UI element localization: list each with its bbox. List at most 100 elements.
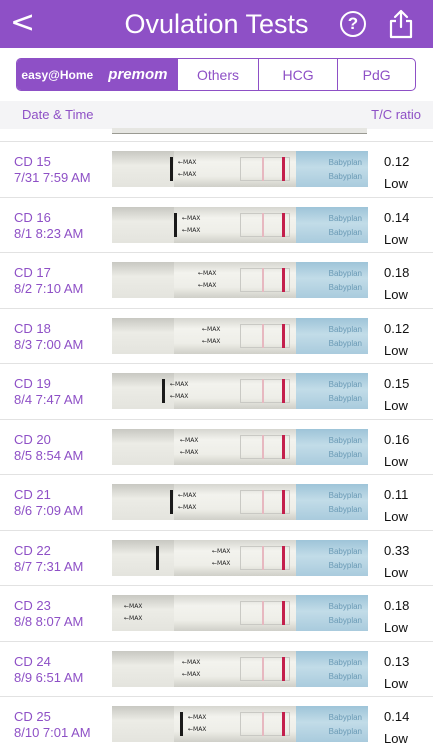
tc-ratio-value: 0.12 bbox=[384, 154, 410, 169]
test-datetime: 8/4 7:47 AM bbox=[14, 392, 84, 407]
strip-max-bar bbox=[180, 712, 183, 736]
strip-brand-text: Babyplan bbox=[328, 380, 362, 389]
strip-brand-area: Babyplan Babyplan bbox=[296, 428, 368, 465]
strip-control-line bbox=[282, 712, 285, 736]
strip-max-label: ←MAX bbox=[178, 504, 197, 511]
strip-max-label: ←MAX bbox=[188, 714, 207, 721]
strip-max-label: ←MAX bbox=[188, 726, 207, 733]
cycle-day: CD 21 bbox=[14, 487, 51, 502]
strip-brand-text: Babyplan bbox=[328, 172, 362, 181]
table-row[interactable]: CD 17 8/2 7:10 AM ←MAX ←MAX Babyplan Babyplan… bbox=[0, 252, 433, 308]
test-strip-image: ←MAX ←MAX Babyplan Babyplan bbox=[112, 539, 368, 576]
cycle-day: CD 25 bbox=[14, 709, 51, 724]
result-level: Low bbox=[384, 342, 408, 358]
table-row[interactable]: CD 19 8/4 7:47 AM ←MAX ←MAX Babyplan Babyplan… bbox=[0, 363, 433, 419]
result-level: Low bbox=[384, 453, 408, 469]
strip-max-label: ←MAX bbox=[124, 615, 143, 622]
test-datetime: 7/31 7:59 AM bbox=[14, 170, 91, 185]
table-row[interactable]: CD 16 8/1 8:23 AM ←MAX ←MAX Babyplan Babyplan… bbox=[0, 196, 433, 253]
strip-brand-area: Babyplan Babyplan bbox=[296, 206, 368, 243]
strip-brand-text: Babyplan bbox=[328, 671, 362, 681]
table-row[interactable]: CD 18 8/3 7:00 AM ←MAX ←MAX Babyplan Babyplan… bbox=[0, 307, 433, 364]
tab-hcg[interactable]: HCG bbox=[259, 59, 339, 90]
strip-brand-text: Babyplan bbox=[328, 491, 362, 500]
strip-control-line bbox=[282, 212, 285, 237]
strip-brand-text: Babyplan bbox=[328, 713, 362, 722]
strip-max-label: ←MAX bbox=[212, 547, 231, 555]
test-datetime: 8/7 7:31 AM bbox=[14, 558, 84, 574]
tab-label: premom bbox=[108, 66, 168, 83]
share-button[interactable] bbox=[388, 9, 414, 39]
strip-brand-text: Babyplan bbox=[328, 602, 362, 611]
strip-brand-text: Babyplan bbox=[328, 213, 362, 223]
table-row[interactable]: CD 15 7/31 7:59 AM ←MAX ←MAX Babyplan Babypla… bbox=[0, 141, 433, 197]
strip-control-line bbox=[282, 379, 285, 403]
strip-max-label: ←MAX bbox=[178, 159, 197, 166]
cycle-day: CD 15 bbox=[14, 154, 51, 169]
strip-handle bbox=[112, 317, 174, 354]
cycle-day: CD 16 bbox=[14, 209, 51, 225]
tc-ratio-value: 0.16 bbox=[384, 431, 410, 447]
tab-pdg[interactable]: PdG bbox=[338, 59, 415, 90]
strip-max-label: ←MAX bbox=[170, 393, 189, 400]
strip-brand-text: Babyplan bbox=[328, 227, 362, 237]
test-strip-image: ←MAX ←MAX Babyplan Babyplan bbox=[112, 206, 368, 243]
strip-brand-text: Babyplan bbox=[328, 727, 362, 736]
table-row[interactable]: CD 20 8/5 8:54 AM ←MAX ←MAX Babyplan Babyplan… bbox=[0, 418, 433, 475]
strip-max-label: ←MAX bbox=[180, 448, 199, 456]
table-row[interactable]: CD 24 8/9 6:51 AM ←MAX ←MAX Babyplan Babyplan… bbox=[0, 640, 433, 697]
strip-test-line bbox=[262, 601, 264, 625]
strip-max-label: ←MAX bbox=[202, 337, 221, 345]
strip-brand-text: Babyplan bbox=[328, 449, 362, 459]
strip-brand-text: Babyplan bbox=[328, 560, 362, 570]
table-row[interactable]: CD 22 8/7 7:31 AM ←MAX ←MAX Babyplan Babyplan… bbox=[0, 529, 433, 586]
result-level: Low bbox=[384, 564, 408, 580]
table-row[interactable]: CD 21 8/6 7:09 AM ←MAX ←MAX Babyplan Babyplan… bbox=[0, 474, 433, 530]
table-row[interactable]: CD 25 8/10 7:01 AM ←MAX ←MAX Babyplan Babypla… bbox=[0, 696, 433, 752]
brand-tab-bar: easy@Home premom Others HCG PdG bbox=[16, 58, 416, 91]
tab-premom[interactable]: premom bbox=[98, 59, 179, 90]
strip-max-label: ←MAX bbox=[178, 171, 197, 178]
help-button[interactable]: ? bbox=[340, 11, 366, 37]
strip-brand-text: Babyplan bbox=[328, 616, 362, 625]
strip-control-line bbox=[282, 157, 285, 181]
strip-brand-text: Babyplan bbox=[328, 435, 362, 445]
tab-label: PdG bbox=[362, 66, 391, 83]
strip-test-line bbox=[262, 379, 264, 403]
table-row[interactable]: CD 23 8/8 8:07 AM ←MAX ←MAX Babyplan Babyplan… bbox=[0, 585, 433, 641]
strip-max-label: ←MAX bbox=[202, 325, 221, 333]
strip-handle bbox=[112, 484, 174, 520]
cycle-day: CD 20 bbox=[14, 431, 51, 447]
tc-ratio-value: 0.18 bbox=[384, 598, 410, 613]
tc-ratio-value: 0.12 bbox=[384, 320, 410, 336]
strip-max-label: ←MAX bbox=[212, 559, 231, 567]
tab-easy-at-home[interactable]: easy@Home bbox=[17, 59, 99, 90]
tab-others[interactable]: Others bbox=[178, 59, 259, 90]
strip-brand-text: Babyplan bbox=[328, 546, 362, 556]
strip-brand-text: Babyplan bbox=[328, 158, 362, 167]
cycle-day: CD 18 bbox=[14, 320, 51, 336]
cycle-day: CD 24 bbox=[14, 653, 51, 669]
strip-brand-text: Babyplan bbox=[328, 324, 362, 334]
share-icon bbox=[389, 9, 413, 39]
strip-max-bar bbox=[162, 379, 165, 403]
strip-max-label: ←MAX bbox=[182, 670, 201, 678]
test-strip-image: ←MAX ←MAX Babyplan Babyplan bbox=[112, 317, 368, 354]
strip-brand-text: Babyplan bbox=[328, 338, 362, 348]
strip-max-bar bbox=[174, 212, 177, 237]
strip-max-bar bbox=[156, 545, 159, 570]
tc-ratio-value: 0.14 bbox=[384, 709, 410, 724]
strip-max-label: ←MAX bbox=[182, 226, 201, 234]
strip-brand-text: Babyplan bbox=[328, 394, 362, 403]
strip-max-label: ←MAX bbox=[124, 603, 143, 610]
strip-brand-area: Babyplan Babyplan bbox=[296, 706, 368, 742]
tc-ratio-value: 0.15 bbox=[384, 376, 410, 391]
strip-handle bbox=[112, 151, 174, 187]
strip-brand-area: Babyplan Babyplan bbox=[296, 595, 368, 631]
strip-brand-area: Babyplan Babyplan bbox=[296, 151, 368, 187]
strip-handle bbox=[112, 206, 174, 243]
cycle-day: CD 22 bbox=[14, 542, 51, 558]
strip-control-line bbox=[282, 323, 285, 348]
cycle-day: CD 17 bbox=[14, 265, 51, 280]
strip-brand-text: Babyplan bbox=[328, 505, 362, 514]
